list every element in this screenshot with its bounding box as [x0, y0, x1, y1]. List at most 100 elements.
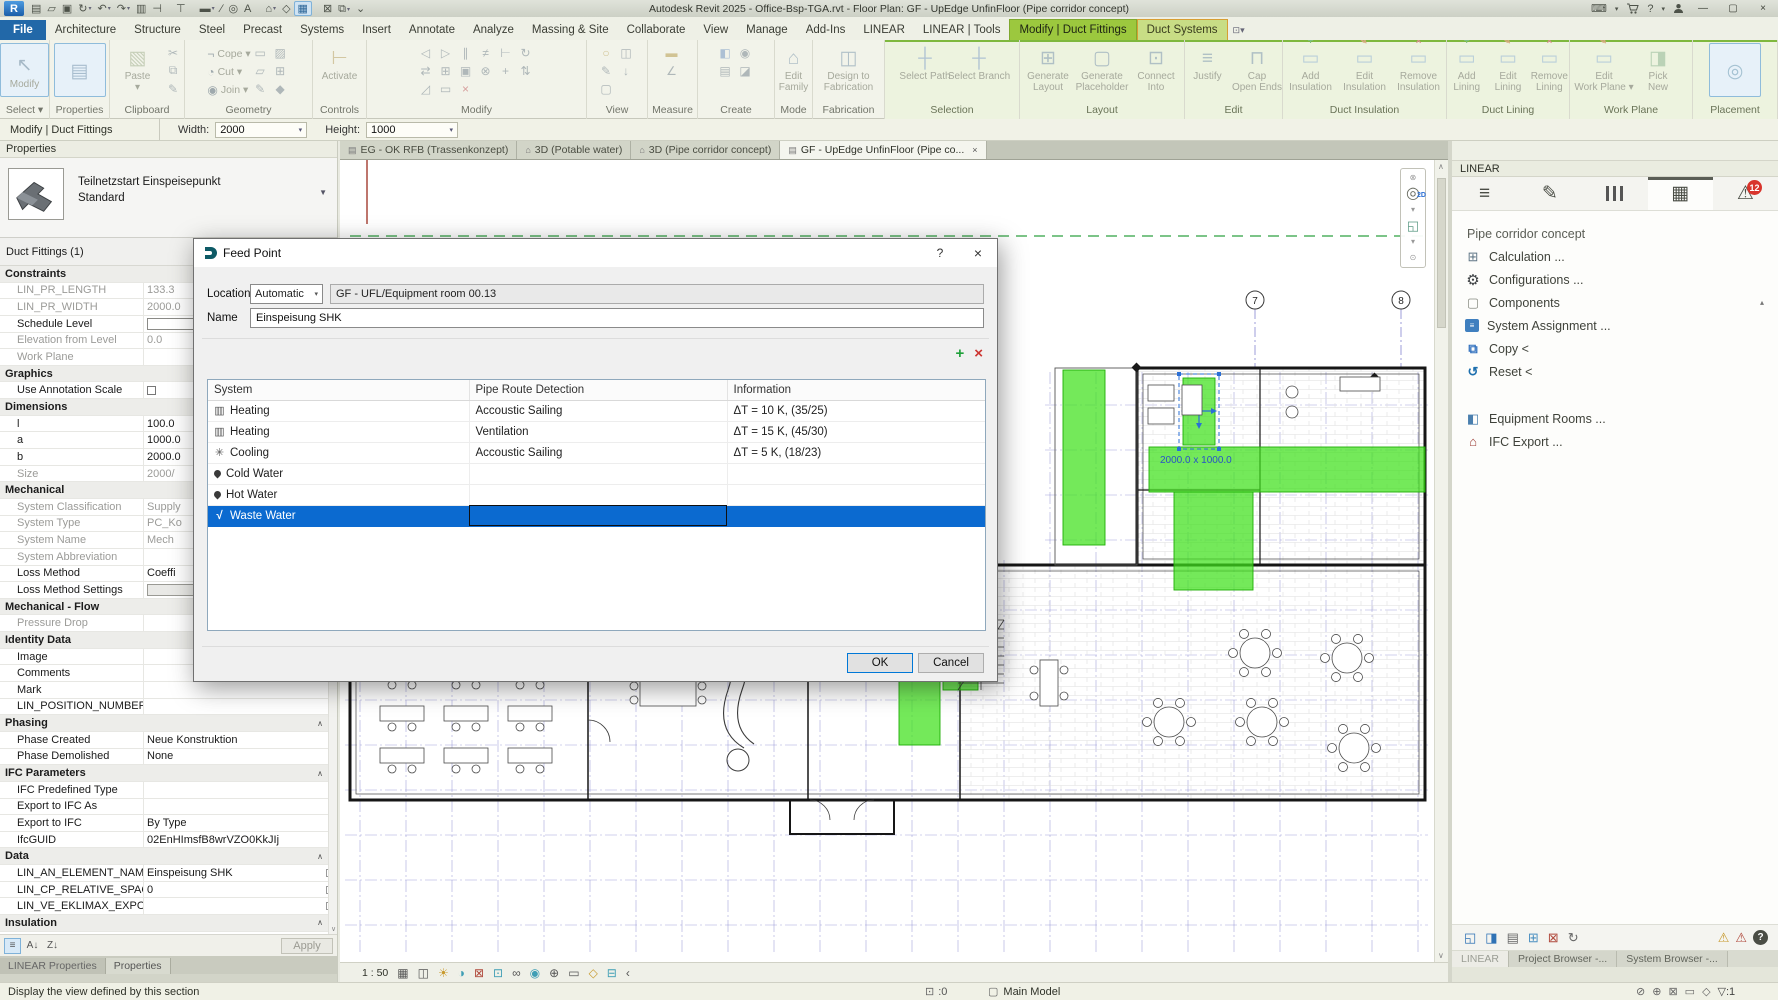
modify-button[interactable]: Modify: [0, 43, 49, 97]
route-cell[interactable]: [469, 484, 727, 505]
filter-control[interactable]: ▽:1: [1718, 985, 1736, 998]
property-value[interactable]: 0: [143, 882, 337, 898]
pinx-icon[interactable]: [478, 63, 493, 78]
caret-icon[interactable]: ▾: [1615, 5, 1619, 13]
drag-on-selection-icon[interactable]: ◇: [1702, 985, 1710, 998]
collapse-icon[interactable]: ∧: [317, 918, 323, 927]
sort-ascending-button[interactable]: A↓: [24, 938, 41, 954]
sheets-icon[interactable]: [718, 63, 733, 78]
linear-item-calculation[interactable]: Calculation ...: [1452, 245, 1778, 268]
panel-tab-linear-properties[interactable]: LINEAR Properties: [0, 958, 106, 974]
main-model-control[interactable]: ▢Main Model: [988, 985, 1060, 998]
activate-button[interactable]: Activate: [314, 43, 366, 82]
system-row-cooling[interactable]: CoolingAccoustic SailingΔT = 5 K, (18/23…: [208, 442, 986, 463]
join-button[interactable]: Join ▾: [207, 81, 250, 98]
linear-item-system-assignment[interactable]: System Assignment ...: [1452, 314, 1778, 337]
brush-icon[interactable]: [599, 63, 614, 78]
height-combo[interactable]: 1000▾: [366, 122, 458, 138]
warning-icon[interactable]: ⚠: [1718, 930, 1730, 946]
close-button[interactable]: ×: [1752, 3, 1774, 14]
select-branch-button[interactable]: Select Branch: [953, 43, 1005, 82]
paint-icon[interactable]: [253, 81, 268, 96]
maximize-button[interactable]: ▢: [1722, 3, 1744, 14]
measure-icon[interactable]: ▬▾: [197, 1, 218, 16]
name-input[interactable]: Einspeisung SHK: [250, 308, 984, 328]
connect-into-button[interactable]: ConnectInto: [1130, 43, 1182, 93]
error-icon[interactable]: ⚠: [1735, 930, 1747, 946]
export-icon[interactable]: ⊞: [1528, 930, 1539, 946]
view-tab-3d-pipe-corridor-concept[interactable]: ⌂3D (Pipe corridor concept): [631, 141, 780, 159]
dialog-help-button[interactable]: ?: [921, 239, 959, 267]
checkbox-icon[interactable]: ▢: [988, 985, 998, 998]
ruler-icon[interactable]: [664, 45, 679, 60]
cap-open-ends-button[interactable]: CapOpen Ends: [1232, 43, 1282, 93]
scale-control[interactable]: 1 : 50: [362, 967, 388, 979]
systems-table[interactable]: SystemPipe Route DetectionInformation He…: [207, 379, 986, 631]
box3d-icon[interactable]: [599, 81, 614, 96]
section-icon[interactable]: [619, 63, 634, 78]
location-mode-combo[interactable]: Automatic▾: [250, 284, 323, 304]
demolish-icon[interactable]: [273, 45, 288, 60]
width-combo[interactable]: 2000▾: [215, 122, 307, 138]
thin-lines-icon[interactable]: ▦: [397, 966, 408, 980]
aligned-dimension-icon[interactable]: ∕: [218, 1, 226, 16]
add-lining-button[interactable]: AddLining: [1447, 43, 1486, 93]
close-icon[interactable]: ⊗: [1410, 171, 1417, 185]
tab-massing-site[interactable]: Massing & Site: [523, 20, 618, 40]
paste-button[interactable]: Paste▾: [112, 43, 164, 93]
add-insulation-button[interactable]: AddInsulation: [1285, 43, 1337, 93]
view-tab-gf-upedge-unfinfloor-pipe-co[interactable]: ▤GF - UpEdge UnfinFloor (Pipe co...×: [780, 141, 986, 159]
minimize-button[interactable]: —: [1692, 3, 1714, 14]
open-icon[interactable]: ▱: [44, 1, 58, 16]
sun-path-icon[interactable]: ☀: [438, 966, 449, 980]
parts-icon[interactable]: [738, 63, 753, 78]
equipment-icon[interactable]: ◱: [1464, 930, 1476, 946]
crop-region-icon[interactable]: ⊡: [493, 966, 503, 980]
sync-icon[interactable]: ↻▾: [75, 1, 94, 16]
help-button[interactable]: ?: [1753, 930, 1768, 945]
warnings-tab[interactable]: ⚠12: [1713, 177, 1778, 210]
collapse-icon[interactable]: ∧: [317, 852, 323, 861]
revit-logo[interactable]: R: [4, 1, 24, 16]
keyboard-icon[interactable]: ⌨: [1591, 2, 1607, 15]
cart-icon[interactable]: [1626, 3, 1639, 14]
property-value[interactable]: Einspeisung SHK: [143, 865, 337, 881]
match-icon[interactable]: [166, 81, 181, 96]
tab-analyze[interactable]: Analyze: [464, 20, 523, 40]
edit-family-button[interactable]: EditFamily: [775, 43, 812, 93]
property-value[interactable]: [143, 799, 337, 815]
tab-linear[interactable]: LINEAR: [854, 20, 914, 40]
tab-add-ins[interactable]: Add-Ins: [797, 20, 855, 40]
x-icon[interactable]: [458, 81, 473, 96]
library-tab[interactable]: [1582, 177, 1647, 210]
add-system-button[interactable]: +: [955, 345, 964, 362]
view-tab-eg-ok-rfb-trassenkonzept[interactable]: ▤EG - OK RFB (Trassenkonzept): [340, 141, 517, 159]
constraints-icon[interactable]: ◇: [589, 966, 598, 980]
redo-icon[interactable]: ↷▾: [114, 1, 133, 16]
select-links-icon[interactable]: ⊕: [1652, 985, 1661, 998]
collapse-icon[interactable]: ∧: [317, 719, 323, 728]
crop-view-icon[interactable]: ⊠: [474, 966, 484, 980]
help-icon[interactable]: ?: [1647, 3, 1653, 15]
reveal-hidden-icon[interactable]: ◉: [530, 966, 540, 980]
resize-icon[interactable]: [418, 81, 433, 96]
undo-icon[interactable]: ↶▾: [95, 1, 114, 16]
splito-icon[interactable]: [478, 45, 493, 60]
select-underlay-icon[interactable]: ⊠: [1668, 985, 1677, 998]
dock-tab-linear[interactable]: LINEAR: [1452, 951, 1509, 967]
hammer-icon[interactable]: [273, 81, 288, 96]
remove-lining-button[interactable]: RemoveLining: [1530, 43, 1569, 93]
temporary-view-icon[interactable]: ⊕: [549, 966, 559, 980]
route-cell[interactable]: Accoustic Sailing: [469, 442, 727, 463]
column-header-pipe-route-detection[interactable]: Pipe Route Detection: [469, 380, 727, 400]
print-icon[interactable]: ▥: [133, 1, 149, 16]
wall-icon[interactable]: [253, 45, 268, 60]
text-icon[interactable]: A: [241, 1, 254, 16]
default-3d-view-icon[interactable]: ⌂▾: [262, 1, 279, 16]
beam-icon[interactable]: [253, 63, 268, 78]
remove-system-button[interactable]: ×: [974, 345, 983, 362]
cube-icon[interactable]: [619, 45, 634, 60]
save-icon[interactable]: ▣: [59, 1, 75, 16]
chevron-down-icon[interactable]: ▾: [1411, 203, 1415, 217]
bulb-icon[interactable]: [599, 45, 614, 60]
